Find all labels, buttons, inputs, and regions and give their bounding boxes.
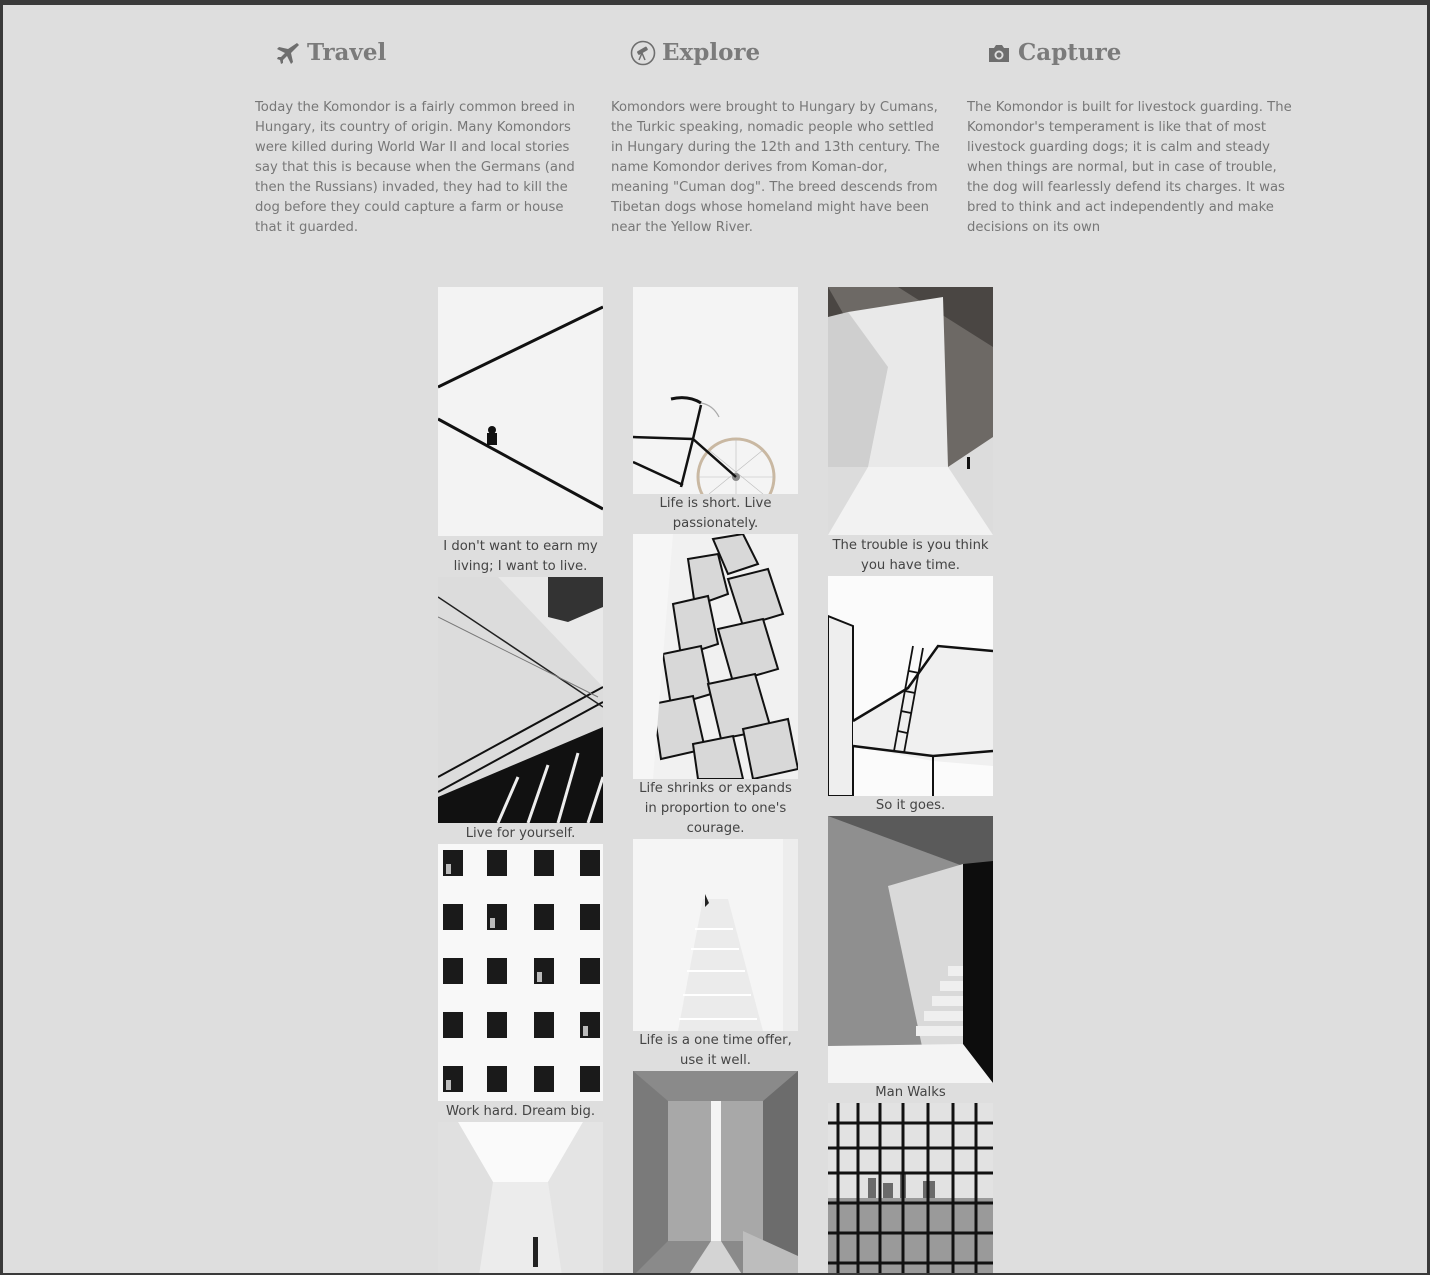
gallery-caption: Life is a one time offer, use it well. (639, 1033, 792, 1068)
window-grid-photo[interactable] (828, 1103, 993, 1273)
gallery-caption: Life shrinks or expands in proportion to… (639, 781, 792, 836)
gallery-tile[interactable] (438, 1122, 603, 1273)
shadow-stairs-photo[interactable] (828, 816, 993, 1083)
gallery-tile[interactable]: Life shrinks or expands in proportion to… (633, 534, 798, 839)
gallery-column-3: The trouble is you think you have time. … (828, 287, 993, 1273)
gallery-tile[interactable]: I don't want to earn my living; I want t… (438, 287, 603, 577)
gallery-caption: Man Walks (875, 1085, 946, 1100)
gallery-caption: Live for yourself. (465, 826, 576, 841)
gallery-tile[interactable]: So it goes. (828, 576, 993, 816)
gallery-tile[interactable]: Live for yourself. (438, 577, 603, 844)
staircase-railing-photo[interactable] (438, 577, 603, 823)
feature-travel-heading: Travel (275, 39, 386, 66)
feature-capture-title: Capture (1018, 39, 1122, 66)
feature-capture-text: The Komondor is built for livestock guar… (967, 100, 1292, 235)
gallery-tile[interactable]: Work hard. Dream big. (438, 844, 603, 1122)
gallery-caption: I don't want to earn my living; I want t… (443, 539, 598, 574)
feature-capture-heading: Capture (986, 39, 1121, 66)
gallery-tile[interactable]: Life is short. Live passionately. (633, 287, 798, 534)
gallery-caption: Life is short. Live passionately. (659, 496, 772, 531)
feature-travel-title: Travel (307, 39, 387, 66)
gallery-caption: Work hard. Dream big. (445, 1104, 596, 1119)
feature-explore-text: Komondors were brought to Hungary by Cum… (611, 100, 940, 235)
camera-icon (986, 40, 1012, 66)
feature-explore-title: Explore (662, 39, 761, 66)
gallery-tile[interactable] (828, 1103, 993, 1273)
gallery-tile[interactable]: The trouble is you think you have time. (828, 287, 993, 576)
airplane-icon (275, 40, 301, 66)
telescope-icon (630, 40, 656, 66)
angular-room-photo[interactable] (828, 287, 993, 535)
gallery-column-2: Life is short. Live passionately. Life s… (633, 287, 798, 1273)
gallery-caption: The trouble is you think you have time. (832, 538, 989, 573)
bicycle-photo[interactable] (633, 287, 798, 494)
stairs-diagonal-person-photo[interactable] (438, 287, 603, 536)
white-stairs-photo[interactable] (633, 839, 798, 1031)
gallery-caption: So it goes. (875, 798, 946, 813)
gallery-tile[interactable]: Life is a one time offer, use it well. (633, 839, 798, 1071)
feature-explore-heading: Explore (630, 39, 760, 66)
page: Travel Today the Komondor is a fairly co… (3, 5, 1427, 1273)
building-windows-photo[interactable] (438, 844, 603, 1101)
light-corridor-photo[interactable] (438, 1122, 603, 1273)
rooftop-ladder-photo[interactable] (828, 576, 993, 796)
gallery-tile[interactable]: Man Walks (828, 816, 993, 1103)
gallery-column-1: I don't want to earn my living; I want t… (438, 287, 603, 1273)
feature-travel-text: Today the Komondor is a fairly common br… (255, 100, 575, 235)
geometric-facade-photo[interactable] (633, 534, 798, 779)
light-slit-photo[interactable] (633, 1071, 798, 1273)
gallery-tile[interactable] (633, 1071, 798, 1273)
